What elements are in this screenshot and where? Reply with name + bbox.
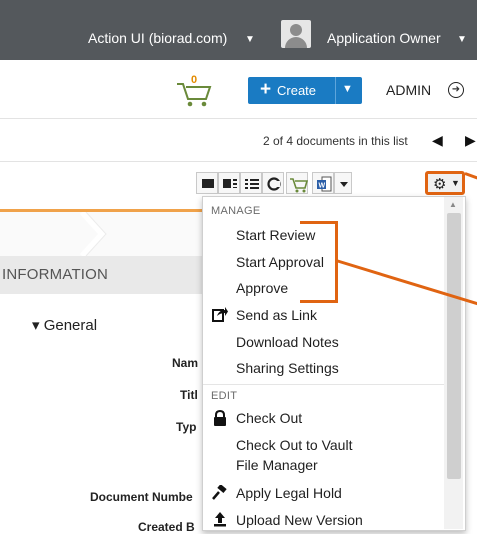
- scroll-up-icon[interactable]: ▲: [449, 200, 457, 209]
- field-label-created-by: Created B: [138, 520, 195, 534]
- menu-item-send-as-link[interactable]: Send as Link: [236, 307, 317, 323]
- word-doc-dropdown[interactable]: [334, 172, 352, 194]
- settings-menu-button[interactable]: ⚙ ▼: [425, 171, 465, 195]
- chevron-down-icon: ▼: [451, 178, 460, 188]
- next-arrow-icon[interactable]: ▶: [465, 132, 476, 149]
- org-switcher[interactable]: Action UI (biorad.com): [88, 30, 227, 46]
- share-icon: [212, 307, 228, 322]
- top-bar: Action UI (biorad.com) ▼ Application Own…: [0, 0, 477, 61]
- gavel-icon: [212, 485, 227, 500]
- avatar[interactable]: [281, 20, 311, 48]
- single-view-button[interactable]: [196, 172, 218, 194]
- create-label: Create: [277, 83, 317, 98]
- group-label: General: [43, 317, 98, 334]
- grid-view-button[interactable]: [240, 172, 262, 194]
- section-title: INFORMATION: [2, 266, 109, 283]
- field-label-title: Titl: [180, 388, 198, 402]
- general-group-toggle[interactable]: ▾ General: [32, 316, 97, 334]
- header-row: 0 + Create ▼ ADMIN ➜: [0, 60, 477, 119]
- admin-link[interactable]: ADMIN: [386, 82, 431, 98]
- highlight-bracket: [300, 221, 338, 303]
- field-label-type: Typ: [176, 420, 197, 434]
- word-doc-button[interactable]: W: [312, 172, 334, 194]
- prev-arrow-icon[interactable]: ◀: [432, 132, 443, 149]
- chevron-down-icon[interactable]: ▼: [245, 34, 255, 45]
- user-menu[interactable]: Application Owner: [327, 30, 441, 46]
- information-panel-header: INFORMATION: [0, 256, 205, 294]
- arrow-right-circle-icon[interactable]: ➜: [448, 82, 464, 98]
- menu-item-check-out[interactable]: Check Out: [236, 410, 302, 426]
- cart-add-button[interactable]: [286, 172, 309, 194]
- upload-icon: [214, 512, 226, 527]
- cart-count: 0: [191, 74, 198, 86]
- single-view-icon: [202, 179, 214, 188]
- doc-position-text: 2 of 4 documents in this list: [263, 134, 408, 148]
- menu-item-upload-new-version[interactable]: Upload New Version: [236, 512, 363, 528]
- split-view-icon: [223, 179, 237, 188]
- menu-scrollbar-thumb[interactable]: [447, 213, 461, 479]
- menu-item-check-out-vault[interactable]: Check Out to Vault: [236, 437, 352, 453]
- refresh-button[interactable]: [262, 172, 284, 194]
- menu-item-sharing-settings[interactable]: Sharing Settings: [236, 360, 339, 376]
- menu-section-edit: EDIT: [211, 390, 238, 402]
- chevron-down-icon[interactable]: ▼: [457, 34, 467, 45]
- menu-section-manage: MANAGE: [211, 205, 261, 217]
- workflow-chevron: [0, 209, 210, 259]
- menu-item-check-out-vault-line2[interactable]: File Manager: [236, 457, 318, 473]
- menu-item-download-notes[interactable]: Download Notes: [236, 334, 339, 350]
- doc-nav-row: 2 of 4 documents in this list ◀ ▶: [0, 119, 477, 162]
- gear-icon: ⚙: [433, 176, 447, 193]
- menu-item-apply-legal-hold[interactable]: Apply Legal Hold: [236, 485, 342, 501]
- menu-item-approve[interactable]: Approve: [236, 280, 288, 296]
- field-label-name: Nam: [172, 356, 199, 370]
- word-doc-icon: W: [317, 176, 332, 192]
- field-label-document-number: Document Numbe: [90, 490, 193, 504]
- plus-icon: +: [260, 79, 272, 100]
- grid-view-icon: [245, 179, 259, 189]
- cart-button[interactable]: 0: [175, 74, 215, 108]
- refresh-icon: [267, 177, 281, 191]
- chevron-down-icon: [340, 182, 348, 187]
- lock-icon: [214, 410, 226, 426]
- cart-icon: [290, 178, 309, 193]
- split-view-button[interactable]: [218, 172, 240, 194]
- create-button[interactable]: + Create ▼: [248, 77, 362, 104]
- chevron-down-icon[interactable]: ▼: [342, 83, 353, 95]
- svg-text:W: W: [319, 183, 326, 190]
